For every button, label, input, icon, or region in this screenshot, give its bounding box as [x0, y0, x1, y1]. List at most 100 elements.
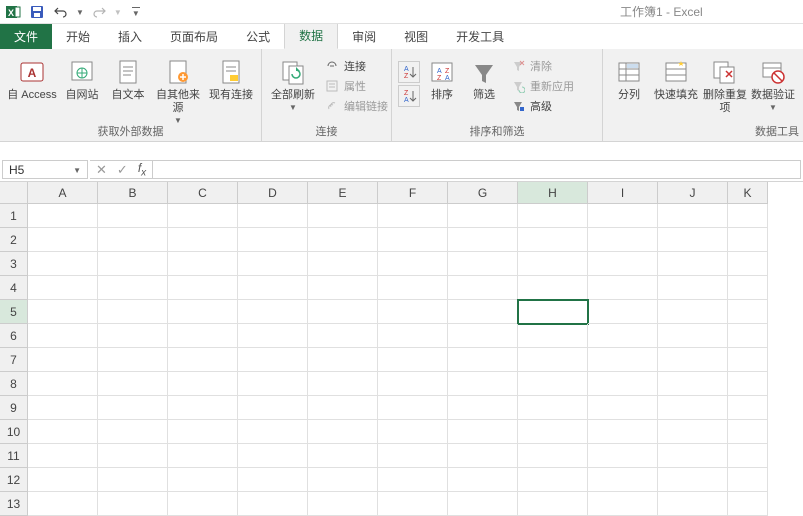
- cell[interactable]: [588, 372, 658, 396]
- cell[interactable]: [378, 468, 448, 492]
- cell[interactable]: [308, 420, 378, 444]
- cell[interactable]: [28, 204, 98, 228]
- cell[interactable]: [518, 276, 588, 300]
- connections-button[interactable]: 连接: [320, 57, 392, 75]
- cell[interactable]: [588, 420, 658, 444]
- cell[interactable]: [168, 468, 238, 492]
- column-header[interactable]: K: [728, 182, 768, 204]
- row-header[interactable]: 4: [0, 276, 28, 300]
- cell[interactable]: [238, 276, 308, 300]
- cell[interactable]: [448, 372, 518, 396]
- cell[interactable]: [518, 252, 588, 276]
- column-header[interactable]: I: [588, 182, 658, 204]
- text-to-columns-button[interactable]: 分列: [609, 53, 649, 102]
- cell[interactable]: [308, 372, 378, 396]
- cell[interactable]: [518, 324, 588, 348]
- cell[interactable]: [378, 204, 448, 228]
- cell[interactable]: [658, 372, 728, 396]
- cell[interactable]: [448, 228, 518, 252]
- cell[interactable]: [588, 252, 658, 276]
- column-header[interactable]: B: [98, 182, 168, 204]
- column-header[interactable]: C: [168, 182, 238, 204]
- tab-insert[interactable]: 插入: [104, 23, 156, 49]
- cell[interactable]: [728, 300, 768, 324]
- cell[interactable]: [308, 348, 378, 372]
- cell[interactable]: [518, 348, 588, 372]
- cell[interactable]: [728, 228, 768, 252]
- cell[interactable]: [168, 348, 238, 372]
- cell[interactable]: [308, 468, 378, 492]
- cell[interactable]: [378, 252, 448, 276]
- cell[interactable]: [98, 468, 168, 492]
- tab-data[interactable]: 数据: [284, 21, 338, 49]
- cell[interactable]: [378, 348, 448, 372]
- save-icon[interactable]: [28, 3, 46, 21]
- cell[interactable]: [448, 468, 518, 492]
- name-box[interactable]: H5 ▼: [2, 160, 88, 179]
- cell[interactable]: [238, 228, 308, 252]
- sort-asc-button[interactable]: AZ: [398, 61, 420, 83]
- cell[interactable]: [168, 396, 238, 420]
- cell[interactable]: [378, 396, 448, 420]
- tab-formulas[interactable]: 公式: [232, 23, 284, 49]
- cell[interactable]: [728, 396, 768, 420]
- cell[interactable]: [588, 492, 658, 516]
- cell[interactable]: [98, 372, 168, 396]
- cell[interactable]: [588, 396, 658, 420]
- cell[interactable]: [448, 444, 518, 468]
- cell[interactable]: [588, 444, 658, 468]
- cell[interactable]: [658, 204, 728, 228]
- cell[interactable]: [658, 396, 728, 420]
- redo-icon[interactable]: [90, 3, 108, 21]
- column-header[interactable]: G: [448, 182, 518, 204]
- cell[interactable]: [378, 276, 448, 300]
- cell[interactable]: [448, 348, 518, 372]
- cell[interactable]: [588, 204, 658, 228]
- cell[interactable]: [98, 324, 168, 348]
- cell[interactable]: [308, 396, 378, 420]
- column-header[interactable]: J: [658, 182, 728, 204]
- cell[interactable]: [238, 348, 308, 372]
- cell[interactable]: [28, 372, 98, 396]
- cell[interactable]: [308, 252, 378, 276]
- cell[interactable]: [728, 372, 768, 396]
- from-web-button[interactable]: 自网站: [60, 53, 104, 102]
- cell[interactable]: [728, 252, 768, 276]
- cell[interactable]: [308, 444, 378, 468]
- cell[interactable]: [378, 228, 448, 252]
- cell[interactable]: [378, 492, 448, 516]
- from-other-sources-button[interactable]: 自其他来源 ▼: [152, 53, 204, 125]
- cell[interactable]: [658, 228, 728, 252]
- column-header[interactable]: H: [518, 182, 588, 204]
- flash-fill-button[interactable]: 快速填充: [651, 53, 701, 102]
- tab-file[interactable]: 文件: [0, 23, 52, 49]
- cell[interactable]: [98, 300, 168, 324]
- cell[interactable]: [728, 204, 768, 228]
- tab-review[interactable]: 审阅: [338, 23, 390, 49]
- tab-home[interactable]: 开始: [52, 23, 104, 49]
- sort-button[interactable]: AZZA 排序: [422, 53, 462, 102]
- enter-icon[interactable]: ✓: [117, 162, 128, 178]
- cell[interactable]: [658, 468, 728, 492]
- cancel-icon[interactable]: ✕: [96, 162, 107, 178]
- cell[interactable]: [98, 276, 168, 300]
- cell[interactable]: [238, 492, 308, 516]
- tab-developer[interactable]: 开发工具: [442, 23, 518, 49]
- cell[interactable]: [308, 204, 378, 228]
- cell[interactable]: [448, 396, 518, 420]
- row-header[interactable]: 10: [0, 420, 28, 444]
- cell[interactable]: [168, 204, 238, 228]
- cell[interactable]: [238, 372, 308, 396]
- cell[interactable]: [98, 396, 168, 420]
- undo-icon[interactable]: [52, 3, 70, 21]
- cell[interactable]: [448, 420, 518, 444]
- cell[interactable]: [168, 228, 238, 252]
- clear-filter-button[interactable]: 清除: [506, 57, 578, 75]
- cell[interactable]: [518, 228, 588, 252]
- tab-page-layout[interactable]: 页面布局: [156, 23, 232, 49]
- cell[interactable]: [238, 444, 308, 468]
- refresh-all-button[interactable]: 全部刷新 ▼: [268, 53, 318, 112]
- cell[interactable]: [448, 204, 518, 228]
- cell[interactable]: [518, 300, 588, 324]
- cell[interactable]: [658, 348, 728, 372]
